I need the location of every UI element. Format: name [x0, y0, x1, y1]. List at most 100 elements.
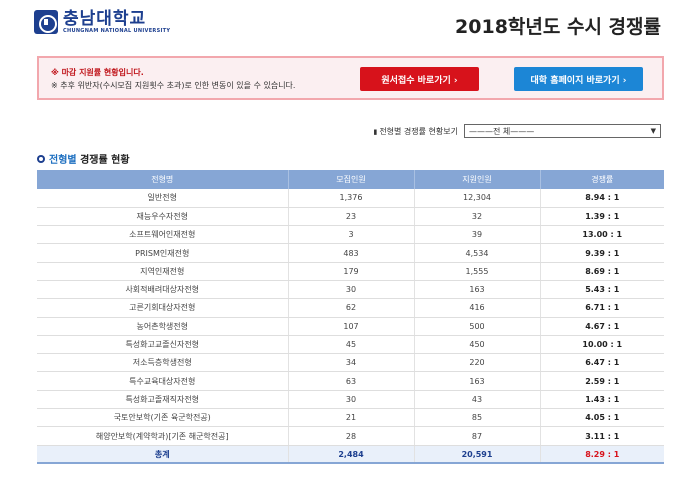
cell-admission-type: 국토안보학(기존 육군학전공): [37, 408, 289, 428]
header-quota: 모집인원: [288, 170, 415, 189]
cell-applicants: 4,534: [414, 243, 541, 263]
cell-admission-type: 소프트웨어인재전형: [37, 225, 289, 245]
cell-rate: 4.05 : 1: [540, 408, 664, 428]
cell-rate: 1.39 : 1: [540, 207, 664, 227]
section-title: 전형별 경쟁률 현황: [37, 151, 130, 166]
bullet-icon: [37, 154, 45, 163]
cell-quota: 30: [288, 390, 415, 410]
table-row: 고른기회대상자전형 62 416 6.71 : 1: [37, 298, 664, 318]
cell-quota: 62: [288, 298, 415, 318]
cell-admission-type: PRISM인재전형: [37, 243, 289, 263]
cell-rate: 6.47 : 1: [540, 353, 664, 373]
cell-admission-type: 고른기회대상자전형: [37, 298, 289, 318]
admission-type-select[interactable]: ———전 체——— ▼: [464, 124, 661, 138]
cell-rate: 3.11 : 1: [540, 426, 664, 446]
admission-type-selected: ———전 체———: [469, 126, 535, 136]
cell-quota: 63: [288, 371, 415, 391]
cell-admission-type: 저소득층학생전형: [37, 353, 289, 373]
cell-admission-type: 일반전형: [37, 189, 289, 208]
cell-quota: 107: [288, 317, 415, 336]
cell-quota: 483: [288, 243, 415, 263]
cell-admission-type: 사회적배려대상자전형: [37, 280, 289, 300]
cell-applicants: 85: [414, 408, 541, 428]
homepage-shortcut-button[interactable]: 대학 홈페이지 바로가기 ›: [514, 67, 643, 91]
page-title: 2018학년도 수시 경쟁률: [455, 16, 661, 38]
table-row: 국토안보학(기존 육군학전공) 21 85 4.05 : 1: [37, 408, 664, 428]
cell-rate: 4.67 : 1: [540, 317, 664, 336]
table-row: 일반전형 1,376 12,304 8.94 : 1: [37, 189, 664, 208]
cell-rate: 8.94 : 1: [540, 189, 664, 208]
university-emblem-icon: [34, 10, 58, 34]
notice-line-1: ※ 마감 지원률 현황입니다.: [51, 68, 144, 77]
logo-text: 충남대학교 CHUNGNAM NATIONAL UNIVERSITY: [63, 10, 170, 34]
cell-admission-type: 해양안보학(계약학과)[기존 해군학전공]: [37, 426, 289, 446]
cell-quota: 23: [288, 207, 415, 227]
table-total-row: 총계 2,484 20,591 8.29 : 1: [37, 445, 664, 465]
table-row: 특수교육대상자전형 63 163 2.59 : 1: [37, 371, 664, 391]
cell-applicants: 12,304: [414, 189, 541, 208]
apply-shortcut-button[interactable]: 원서접수 바로가기 ›: [360, 67, 479, 91]
table-row: 사회적배려대상자전형 30 163 5.43 : 1: [37, 280, 664, 300]
cell-admission-type: 농어촌학생전형: [37, 317, 289, 336]
cell-applicants: 163: [414, 280, 541, 300]
cell-applicants: 450: [414, 335, 541, 355]
cell-applicants: 87: [414, 426, 541, 446]
competition-rate-table: 전형명 모집인원 지원인원 경쟁률 일반전형 1,376 12,304 8.94 : …: [37, 170, 664, 465]
section-title-accent: 전형별: [49, 155, 77, 166]
cell-quota: 1,376: [288, 189, 415, 208]
cell-applicants: 32: [414, 207, 541, 227]
cell-rate: 2.59 : 1: [540, 371, 664, 391]
header-applicants: 지원인원: [414, 170, 541, 189]
university-logo[interactable]: 충남대학교 CHUNGNAM NATIONAL UNIVERSITY: [34, 10, 170, 34]
cell-applicants: 500: [414, 317, 541, 336]
cell-rate: 5.43 : 1: [540, 280, 664, 300]
cell-rate: 1.43 : 1: [540, 390, 664, 410]
table-header-row: 전형명 모집인원 지원인원 경쟁률: [37, 170, 664, 189]
header: 충남대학교 CHUNGNAM NATIONAL UNIVERSITY 2018학…: [0, 0, 697, 46]
table-row: 소프트웨어인재전형 3 39 13.00 : 1: [37, 225, 664, 245]
notice-box: ※ 마감 지원률 현황입니다. ※ 추후 위반자(수시모집 지원횟수 초과)로 …: [37, 56, 664, 100]
header-admission-type: 전형명: [37, 170, 289, 189]
cell-admission-type: 재능우수자전형: [37, 207, 289, 227]
table-row: 재능우수자전형 23 32 1.39 : 1: [37, 207, 664, 227]
logo-korean-name: 충남대학교: [63, 9, 147, 29]
cell-rate: 8.69 : 1: [540, 262, 664, 281]
cell-admission-type: 특수교육대상자전형: [37, 371, 289, 391]
notice-line-2: ※ 추후 위반자(수시모집 지원횟수 초과)로 인한 변동이 있을 수 있습니다…: [51, 81, 296, 90]
cell-admission-type: 지역인재전형: [37, 262, 289, 281]
filter-bar: 전형별 경쟁률 현황보기 ———전 체——— ▼: [373, 124, 661, 138]
total-cell-quota: 2,484: [288, 445, 415, 465]
total-cell-applicants: 20,591: [414, 445, 541, 465]
cell-quota: 21: [288, 408, 415, 428]
cell-admission-type: 특성화고졸재직자전형: [37, 390, 289, 410]
table-row: 특성화고졸재직자전형 30 43 1.43 : 1: [37, 390, 664, 410]
logo-english-name: CHUNGNAM NATIONAL UNIVERSITY: [63, 28, 171, 34]
total-cell-admission-type: 총계: [37, 445, 289, 465]
filter-label: 전형별 경쟁률 현황보기: [373, 126, 458, 137]
cell-applicants: 39: [414, 225, 541, 245]
cell-quota: 28: [288, 426, 415, 446]
table-row: 해양안보학(계약학과)[기존 해군학전공] 28 87 3.11 : 1: [37, 426, 664, 446]
cell-quota: 34: [288, 353, 415, 373]
total-cell-rate: 8.29 : 1: [540, 445, 664, 465]
section-title-rest: 경쟁률 현황: [76, 155, 130, 166]
table-row: 특성화고교졸신자전형 45 450 10.00 : 1: [37, 335, 664, 355]
cell-quota: 3: [288, 225, 415, 245]
table-row: 저소득층학생전형 34 220 6.47 : 1: [37, 353, 664, 373]
cell-applicants: 43: [414, 390, 541, 410]
table-body: 일반전형 1,376 12,304 8.94 : 1 재능우수자전형 23 32 1.39 :…: [37, 189, 664, 465]
cell-rate: 6.71 : 1: [540, 298, 664, 318]
chevron-down-icon: ▼: [650, 127, 656, 135]
cell-quota: 45: [288, 335, 415, 355]
table-row: PRISM인재전형 483 4,534 9.39 : 1: [37, 243, 664, 263]
cell-applicants: 220: [414, 353, 541, 373]
cell-rate: 10.00 : 1: [540, 335, 664, 355]
cell-applicants: 163: [414, 371, 541, 391]
cell-rate: 13.00 : 1: [540, 225, 664, 245]
cell-rate: 9.39 : 1: [540, 243, 664, 263]
header-rate: 경쟁률: [540, 170, 664, 189]
table-row: 지역인재전형 179 1,555 8.69 : 1: [37, 262, 664, 281]
cell-admission-type: 특성화고교졸신자전형: [37, 335, 289, 355]
cell-applicants: 416: [414, 298, 541, 318]
table-row: 농어촌학생전형 107 500 4.67 : 1: [37, 317, 664, 336]
